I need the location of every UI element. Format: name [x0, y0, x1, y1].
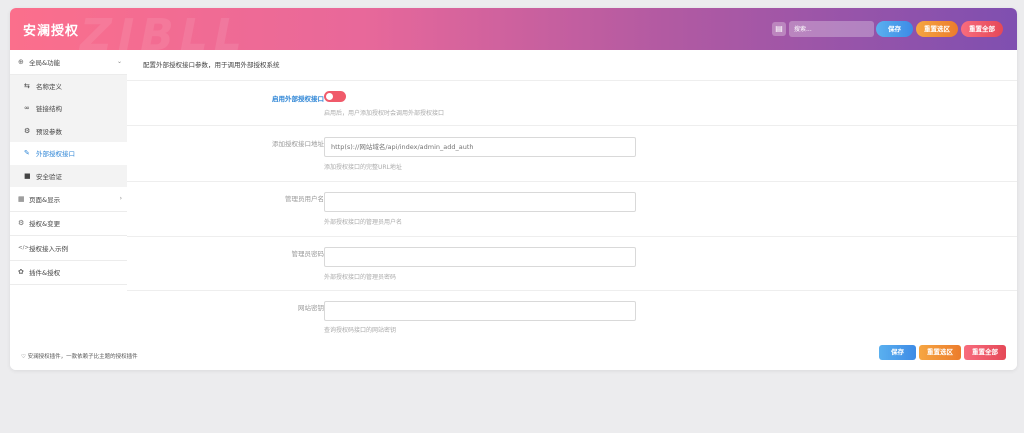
retweet-icon: ⇆: [24, 81, 30, 90]
code-icon: </>: [18, 244, 30, 251]
settings-panel: ZIBLL 安澜授权 ▤ 保存 重置选区 重置全部 ⊕ 全局&功能 ⌄ ⇆ 名称…: [10, 8, 1017, 370]
sidebar-item-auth-change[interactable]: ⚙ 授权&变更: [10, 212, 127, 236]
field-hint: 外部授权接口的管理员用户名: [324, 219, 403, 226]
chevron-right-icon: ›: [119, 195, 122, 203]
field-hint: 外部授权接口的管理员密码: [324, 274, 397, 281]
sidebar-subitem-external-auth[interactable]: ✎ 外部授权接口: [10, 142, 127, 165]
calendar-icon: ▦: [18, 194, 25, 203]
field-label: 管理员用户名: [285, 195, 324, 203]
sidebar-subitem-label: 名称定义: [36, 82, 62, 91]
search-input[interactable]: [789, 21, 874, 37]
field-row-admin-password: 管理员密码 外部授权接口的管理员密码: [127, 237, 1017, 291]
cogs-icon: ⚙: [24, 126, 31, 135]
reset-all-button[interactable]: 重置全部: [961, 21, 1003, 37]
sidebar: ⊕ 全局&功能 ⌄ ⇆ 名称定义 ∞ 链接结构 ⚙ 预设参数 ✎ 外部授权接口 …: [10, 50, 127, 343]
field-row-site-key: 网站密钥 查询授权码接口的网站密钥: [127, 291, 1017, 343]
link-icon: ∞: [24, 104, 30, 113]
site-key-input[interactable]: [324, 301, 636, 321]
field-row-admin-user: 管理员用户名 外部授权接口的管理员用户名: [127, 182, 1017, 237]
sidebar-subitem-name-definition[interactable]: ⇆ 名称定义: [10, 74, 127, 97]
header-bar: ZIBLL 安澜授权 ▤ 保存 重置选区 重置全部: [10, 8, 1017, 61]
sidebar-subitem-preset-params[interactable]: ⚙ 预设参数: [10, 119, 127, 142]
footer-save-button[interactable]: 保存: [879, 345, 916, 360]
sidebar-subitem-label: 链接结构: [36, 105, 62, 114]
field-label: 添加授权接口地址: [272, 140, 324, 148]
sidebar-item-label: 页面&显示: [29, 195, 61, 204]
menu-icon[interactable]: ▤: [772, 22, 786, 36]
lock-icon: ■: [24, 171, 31, 180]
sidebar-subitem-label: 安全验证: [36, 172, 62, 181]
field-hint: 添加授权接口的完整URL地址: [324, 164, 402, 171]
field-row-enable: 启用外部授权接口 启用后，用户添加授权时会调用外部授权接口: [127, 81, 1017, 126]
sidebar-item-page-display[interactable]: ▦ 页面&显示 ›: [10, 187, 127, 212]
chevron-down-icon: ⌄: [116, 58, 122, 66]
sidebar-item-integration-example[interactable]: </> 授权接入示例: [10, 236, 127, 261]
sidebar-subitem-link-structure[interactable]: ∞ 链接结构: [10, 97, 127, 120]
field-label: 启用外部授权接口: [272, 95, 324, 103]
sidebar-item-plugin-auth[interactable]: ✿ 插件&授权: [10, 261, 127, 285]
enable-toggle[interactable]: [324, 91, 346, 102]
sidebar-item-label: 全局&功能: [29, 58, 61, 67]
footer-bar: ♡ 安澜授权插件，一款依赖子比主题的授权插件 保存 重置选区 重置全部: [10, 343, 1017, 370]
field-row-add-url: 添加授权接口地址 添加授权接口的完整URL地址: [127, 126, 1017, 182]
footer-reset-all-button[interactable]: 重置全部: [964, 345, 1006, 360]
sidebar-item-global[interactable]: ⊕ 全局&功能 ⌄: [10, 50, 127, 75]
plug-icon: ✎: [24, 149, 30, 158]
section-description: 配置外部授权接口参数，用于调用外部授权系统: [127, 50, 1017, 81]
footer-text: ♡ 安澜授权插件，一款依赖子比主题的授权插件: [21, 354, 138, 360]
globe-icon: ⊕: [18, 57, 24, 66]
footer-reset-section-button[interactable]: 重置选区: [919, 345, 961, 360]
reset-section-button[interactable]: 重置选区: [916, 21, 958, 37]
sidebar-item-label: 插件&授权: [29, 269, 61, 278]
sidebar-subitem-security[interactable]: ■ 安全验证: [10, 164, 127, 187]
add-auth-url-input[interactable]: [324, 137, 636, 157]
sidebar-item-label: 授权&变更: [29, 220, 61, 229]
main-content: 配置外部授权接口参数，用于调用外部授权系统 启用外部授权接口 启用后，用户添加授…: [127, 50, 1017, 343]
save-button[interactable]: 保存: [876, 21, 913, 37]
admin-password-input[interactable]: [324, 247, 636, 267]
sidebar-item-label: 授权接入示例: [29, 244, 68, 253]
sidebar-subitem-label: 外部授权接口: [36, 150, 75, 159]
field-hint: 启用后，用户添加授权时会调用外部授权接口: [324, 110, 445, 117]
page-title: 安澜授权: [23, 24, 80, 39]
field-label: 网站密钥: [298, 304, 324, 312]
sidebar-subitem-label: 预设参数: [36, 127, 62, 136]
gear-icon: ⚙: [18, 219, 25, 228]
admin-username-input[interactable]: [324, 192, 636, 212]
toggle-knob: [326, 93, 333, 100]
field-label: 管理员密码: [291, 250, 325, 258]
field-hint: 查询授权码接口的网站密钥: [324, 327, 397, 334]
plugin-icon: ✿: [18, 268, 24, 277]
